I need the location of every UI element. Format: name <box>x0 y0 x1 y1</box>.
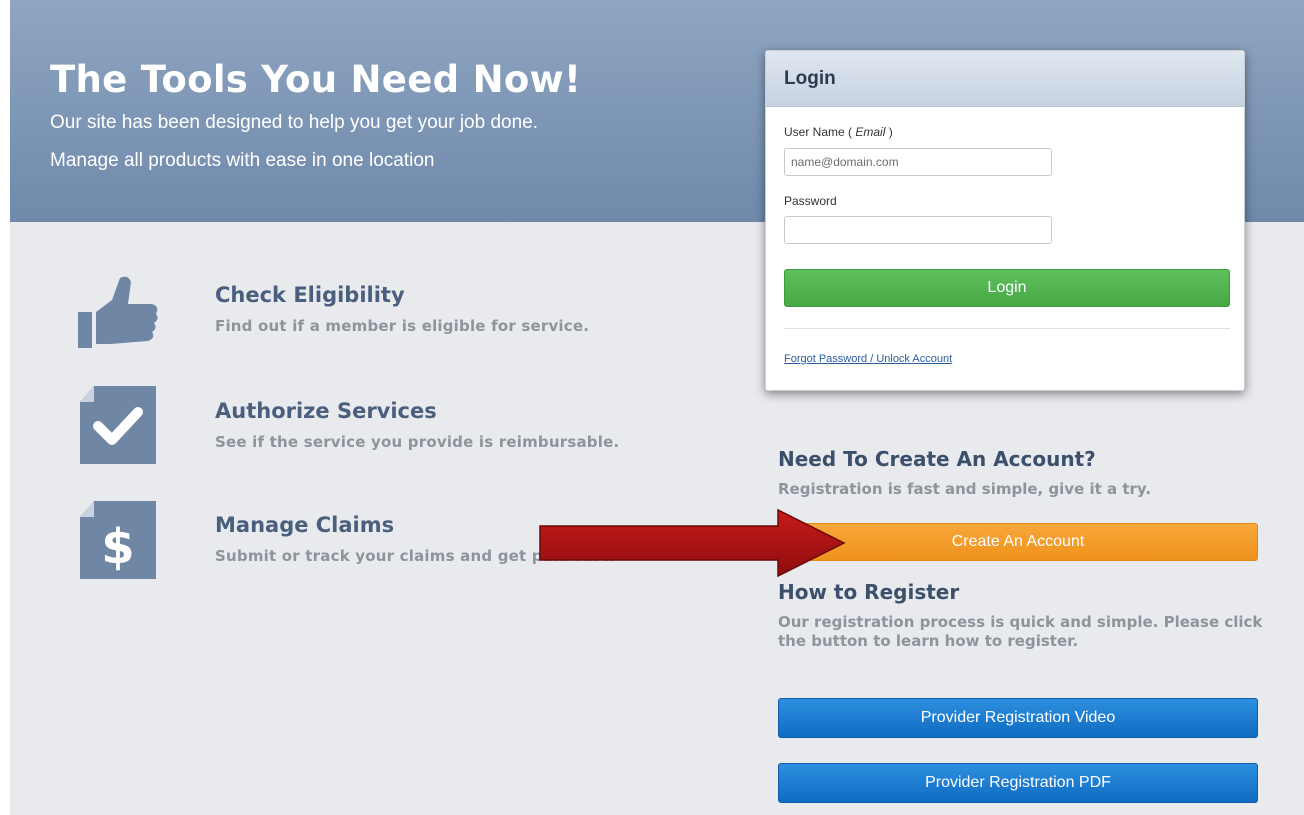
password-input[interactable] <box>784 216 1052 244</box>
registration-pdf-button[interactable]: Provider Registration PDF <box>778 763 1258 803</box>
manage-claims-title[interactable]: Manage Claims <box>215 513 394 537</box>
forgot-password-link[interactable]: Forgot Password / Unlock Account <box>784 353 952 365</box>
hero-subtitle-secondary: Manage all products with ease in one loc… <box>50 150 435 171</box>
username-label-text: User Name <box>784 125 845 139</box>
checkmark-document-icon <box>78 384 156 464</box>
red-arrow-icon <box>538 508 848 578</box>
how-to-register-text: Our registration process is quick and si… <box>778 613 1263 650</box>
dollar-document-icon: $ <box>78 499 156 579</box>
password-label: Password <box>784 194 837 208</box>
login-button[interactable]: Login <box>784 269 1230 307</box>
login-divider <box>784 328 1230 329</box>
login-header: Login <box>766 51 1244 107</box>
check-eligibility-description: Find out if a member is eligible for ser… <box>215 317 590 335</box>
hero-title: The Tools You Need Now! <box>50 58 582 101</box>
create-account-title: Need To Create An Account? <box>778 447 1096 471</box>
registration-video-button[interactable]: Provider Registration Video <box>778 698 1258 738</box>
page: The Tools You Need Now! Our site has bee… <box>10 0 1304 815</box>
login-panel: Login User Name ( Email ) Password Login… <box>765 50 1245 391</box>
how-to-register-title: How to Register <box>778 580 960 604</box>
authorize-services-title[interactable]: Authorize Services <box>215 399 437 423</box>
username-label-hint: Email <box>855 125 886 139</box>
check-eligibility-title[interactable]: Check Eligibility <box>215 283 405 307</box>
hero-subtitle: Our site has been designed to help you g… <box>50 112 539 133</box>
thumbs-up-icon <box>76 274 160 350</box>
authorize-services-description: See if the service you provide is reimbu… <box>215 433 620 451</box>
username-input[interactable] <box>784 148 1052 176</box>
login-title: Login <box>784 68 836 89</box>
create-account-button[interactable]: Create An Account <box>778 523 1258 561</box>
create-account-text: Registration is fast and simple, give it… <box>778 480 1152 498</box>
svg-text:$: $ <box>101 519 134 575</box>
username-label: User Name ( Email ) <box>784 125 893 139</box>
